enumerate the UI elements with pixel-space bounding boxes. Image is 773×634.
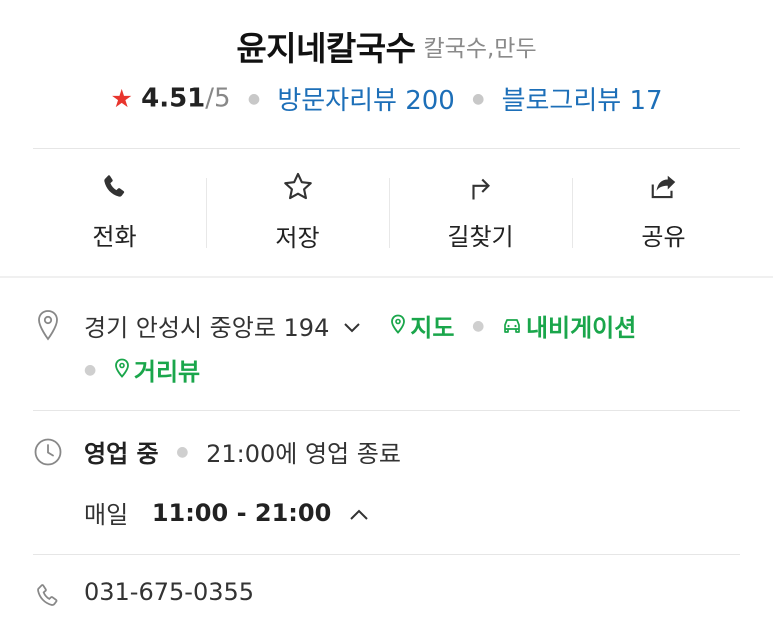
share-button[interactable]: 공유 (572, 170, 755, 252)
share-icon (646, 170, 682, 203)
blog-reviews-link[interactable]: 블로그리뷰 17 (502, 86, 663, 116)
phone-number[interactable]: 031-675-0355 (84, 578, 254, 606)
navigation-link[interactable]: 내비게이션 (526, 314, 636, 342)
phone-icon (97, 170, 133, 203)
separator-dot: ● (84, 361, 97, 378)
hours-day: 매일 (84, 501, 129, 529)
star-icon: ★ (110, 84, 133, 113)
street-view-link[interactable]: 거리뷰 (134, 358, 200, 386)
separator-dot: ● (247, 90, 261, 107)
visitor-reviews-link[interactable]: 방문자리뷰 200 (277, 86, 455, 116)
separator-dot: ● (472, 317, 485, 334)
save-label: 저장 (275, 224, 320, 252)
car-icon (502, 312, 522, 340)
place-header: 윤지네칼국수 칼국수,만두 ★ 4.51/5 ● 방문자리뷰 200 ● 블로그리… (0, 0, 773, 148)
call-label: 전화 (92, 223, 137, 251)
map-pin-icon (390, 312, 406, 340)
closing-time: 21:00에 영업 종료 (206, 440, 401, 468)
share-label: 공유 (641, 223, 686, 251)
call-button[interactable]: 전화 (23, 170, 206, 252)
chevron-up-icon[interactable] (349, 499, 369, 527)
map-link[interactable]: 지도 (410, 314, 454, 342)
place-name: 윤지네칼국수 (236, 29, 416, 68)
chevron-down-icon[interactable] (343, 312, 361, 340)
business-status: 영업 중 (84, 440, 159, 468)
directions-label: 길찾기 (447, 223, 514, 251)
divider (33, 148, 740, 149)
separator-dot: ● (472, 90, 485, 107)
address-text[interactable]: 경기 안성시 중앙로 194 (84, 314, 329, 342)
divider (33, 410, 740, 411)
rating-score: 4.51 (141, 83, 206, 114)
rating-max: /5 (205, 83, 231, 114)
address-row-2: ● 거리뷰 (84, 352, 200, 387)
section-divider (0, 276, 773, 278)
directions-button[interactable]: 길찾기 (389, 170, 572, 252)
hours-row: 영업 중 ● 21:00에 영업 종료 (84, 434, 401, 469)
street-view-pin-icon (114, 356, 130, 384)
phone-outline-icon (33, 580, 63, 612)
location-pin-icon (33, 309, 63, 341)
action-bar: 전화 저장 길찾기 공유 (23, 170, 755, 252)
divider (33, 554, 740, 555)
save-button[interactable]: 저장 (206, 170, 389, 252)
clock-icon (33, 436, 63, 468)
star-outline-icon (280, 170, 316, 204)
place-category: 칼국수,만두 (423, 36, 537, 62)
rating-row: ★ 4.51/5 ● 방문자리뷰 200 ● 블로그리뷰 17 (0, 80, 773, 117)
directions-icon (463, 170, 499, 203)
hours-detail-row[interactable]: 매일 11:00 - 21:00 (84, 495, 369, 530)
address-row: 경기 안성시 중앙로 194 지도 ● 내비게이션 (84, 308, 636, 343)
separator-dot: ● (176, 443, 189, 460)
title-row: 윤지네칼국수 칼국수,만두 (0, 22, 773, 70)
hours-range: 11:00 - 21:00 (151, 498, 332, 527)
